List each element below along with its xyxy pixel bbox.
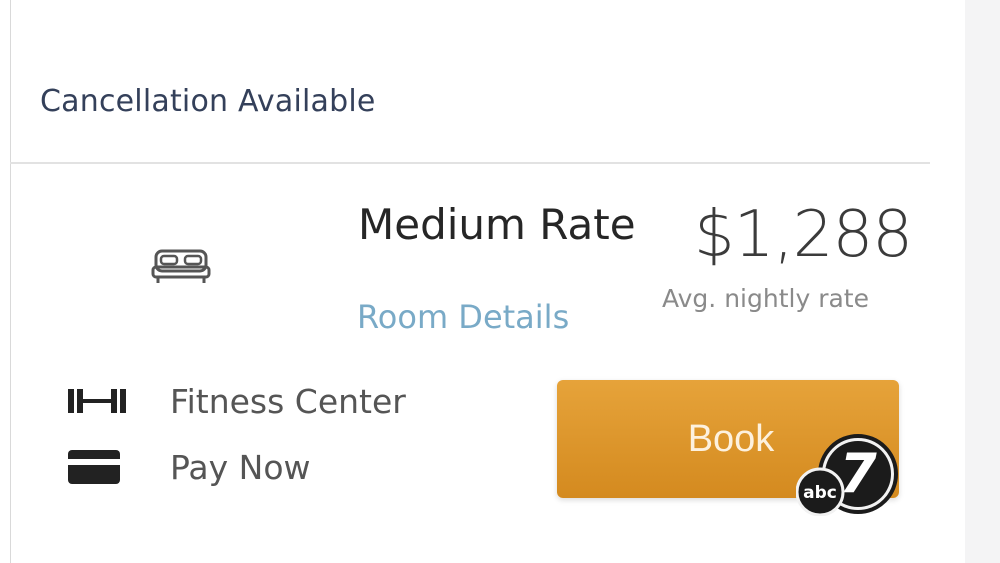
price-caption: Avg. nightly rate bbox=[662, 284, 869, 313]
abc7-logo: 7 abc bbox=[796, 434, 898, 516]
cancellation-label: Cancellation Available bbox=[40, 84, 376, 119]
amenity-fitness-center: Fitness Center bbox=[68, 381, 406, 421]
credit-card-icon bbox=[68, 447, 126, 487]
room-details-link[interactable]: Room Details bbox=[357, 298, 569, 336]
rate-name: Medium Rate bbox=[358, 200, 636, 249]
dumbbell-icon bbox=[68, 381, 126, 421]
amenity-label: Fitness Center bbox=[170, 381, 406, 421]
nightly-price: $1,288 bbox=[694, 198, 913, 272]
logo-number: 7 bbox=[839, 442, 877, 505]
page-gutter bbox=[965, 0, 1000, 563]
amenity-pay-now: Pay Now bbox=[68, 447, 311, 487]
booking-screen: Cancellation Available Medium Rate $1,28… bbox=[0, 0, 1000, 563]
logo-text: abc bbox=[803, 483, 837, 503]
bed-icon bbox=[151, 249, 211, 283]
section-divider bbox=[10, 162, 930, 164]
book-button-label: Book bbox=[687, 417, 775, 460]
amenity-label: Pay Now bbox=[170, 447, 311, 487]
